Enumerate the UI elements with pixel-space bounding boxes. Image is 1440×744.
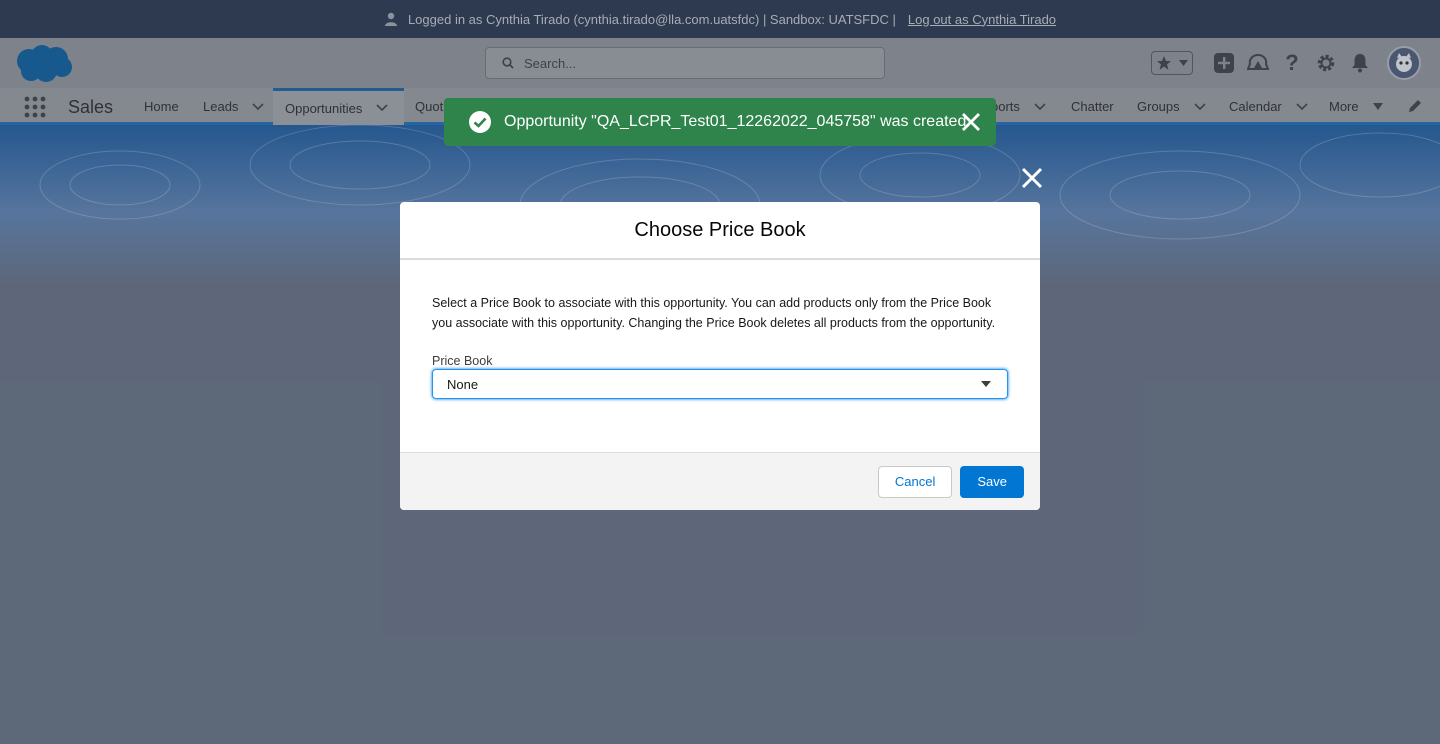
nav-item-home[interactable]: Home xyxy=(144,88,179,125)
close-icon[interactable] xyxy=(961,112,981,132)
modal-title: Choose Price Book xyxy=(634,218,806,241)
nav-item-label: Quot xyxy=(415,99,444,114)
price-book-select[interactable]: None xyxy=(432,369,1008,399)
favorites-button[interactable] xyxy=(1151,51,1193,75)
search-placeholder: Search... xyxy=(524,55,577,71)
toast-message: Opportunity "QA_LCPR_Test01_12262022_045… xyxy=(504,113,971,130)
trailhead-icon xyxy=(1247,53,1269,70)
user-icon xyxy=(384,12,397,26)
chevron-down-icon xyxy=(1179,60,1189,66)
chevron-down-icon[interactable] xyxy=(1034,102,1046,111)
user-avatar[interactable] xyxy=(1387,46,1421,80)
choose-price-book-modal: Choose Price Book Select a Price Book to… xyxy=(400,202,1040,510)
logout-link[interactable]: Log out as Cynthia Tirado xyxy=(908,12,1056,27)
modal-footer: Cancel Save xyxy=(400,452,1040,510)
nav-item-label: Opportunities xyxy=(285,100,363,116)
notifications-button[interactable] xyxy=(1349,52,1371,74)
nav-item-quotes[interactable]: Quot xyxy=(415,88,443,125)
help-button[interactable]: ? xyxy=(1281,50,1303,75)
nav-item-more[interactable]: More xyxy=(1329,88,1383,125)
login-as-banner: Logged in as Cynthia Tirado (cynthia.tir… xyxy=(0,0,1440,38)
setup-button[interactable] xyxy=(1315,52,1337,74)
nav-item-leads[interactable]: Leads xyxy=(203,88,264,125)
global-actions-button[interactable] xyxy=(1213,52,1235,74)
app-name: Sales xyxy=(68,97,114,117)
app-launcher-icon[interactable] xyxy=(24,96,46,118)
price-book-selected-value: None xyxy=(447,376,479,392)
modal-body: Select a Price Book to associate with th… xyxy=(400,260,1040,452)
search-icon xyxy=(502,57,514,69)
caret-down-icon xyxy=(981,381,991,387)
chevron-down-icon[interactable] xyxy=(376,104,388,112)
nav-item-groups[interactable]: Groups xyxy=(1137,88,1206,125)
nav-item-label: More xyxy=(1329,99,1359,114)
modal-close-icon[interactable] xyxy=(1020,166,1044,190)
global-header: Search... ? xyxy=(0,38,1440,88)
chevron-down-icon[interactable] xyxy=(1296,102,1308,111)
edit-nav-pencil-icon[interactable] xyxy=(1408,99,1422,113)
price-book-label: Price Book xyxy=(432,354,493,368)
nav-item-calendar[interactable]: Calendar xyxy=(1229,88,1308,125)
modal-description: Select a Price Book to associate with th… xyxy=(432,296,996,330)
save-button[interactable]: Save xyxy=(960,465,1024,498)
success-check-icon xyxy=(469,111,491,133)
nav-item-reports[interactable]: ports xyxy=(991,88,1046,125)
bell-icon xyxy=(1352,54,1368,73)
global-search-input[interactable]: Search... xyxy=(485,47,885,79)
nav-item-chatter[interactable]: Chatter xyxy=(1071,88,1114,125)
success-toast: Opportunity "QA_LCPR_Test01_12262022_045… xyxy=(444,98,996,146)
nav-item-label: Home xyxy=(144,99,179,114)
cancel-button[interactable]: Cancel xyxy=(877,465,953,498)
astro-avatar-icon xyxy=(1396,53,1412,72)
star-icon xyxy=(1156,56,1171,70)
caret-down-icon xyxy=(1372,103,1383,110)
nav-item-opportunities[interactable]: Opportunities xyxy=(273,88,404,125)
help-icon: ? xyxy=(1285,50,1299,75)
gear-icon xyxy=(1317,54,1335,72)
trailhead-button[interactable] xyxy=(1247,52,1269,74)
salesforce-logo[interactable] xyxy=(14,43,74,85)
chevron-down-icon[interactable] xyxy=(252,102,264,111)
modal-header: Choose Price Book xyxy=(400,202,1040,260)
nav-item-label: Leads xyxy=(203,99,239,114)
nav-item-label: Calendar xyxy=(1229,99,1282,114)
chevron-down-icon[interactable] xyxy=(1194,102,1206,111)
login-banner-text: Logged in as Cynthia Tirado (cynthia.tir… xyxy=(407,11,896,27)
nav-item-label: Groups xyxy=(1137,99,1180,114)
add-icon xyxy=(1214,53,1234,73)
nav-item-label: Chatter xyxy=(1071,99,1114,114)
